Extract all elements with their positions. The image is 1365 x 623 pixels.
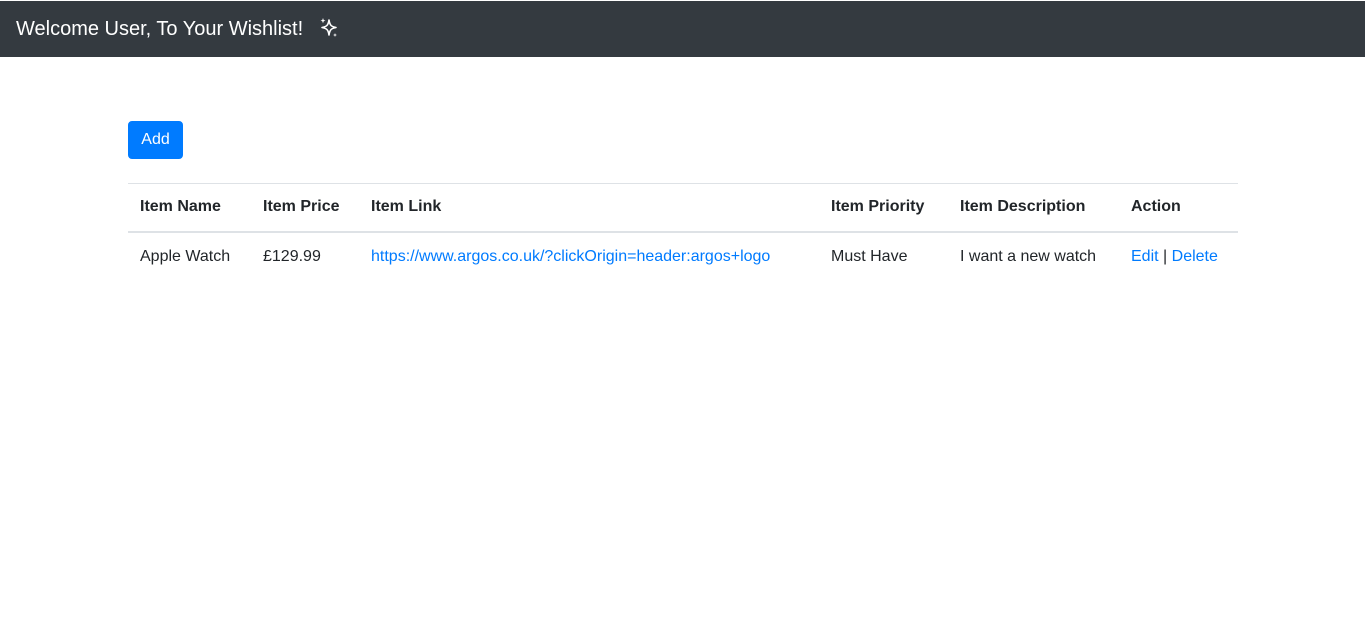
header-item-link: Item Link: [359, 183, 819, 233]
edit-link[interactable]: Edit: [1131, 248, 1159, 265]
header-item-name: Item Name: [128, 183, 251, 233]
table-row: Apple Watch £129.99 https://www.argos.co…: [128, 232, 1238, 282]
table-header-row: Item Name Item Price Item Link Item Prio…: [128, 183, 1238, 233]
wishlist-table-container: Item Name Item Price Item Link Item Prio…: [128, 183, 1238, 282]
cell-item-name: Apple Watch: [140, 248, 231, 265]
navbar: Welcome User, To Your Wishlist!: [0, 1, 1365, 57]
header-item-priority: Item Priority: [819, 183, 948, 233]
add-button[interactable]: Add: [128, 121, 183, 159]
action-separator: |: [1163, 248, 1168, 265]
wishlist-table: Item Name Item Price Item Link Item Prio…: [128, 183, 1238, 282]
cell-item-priority: Must Have: [831, 248, 908, 265]
cell-item-price: £129.99: [263, 248, 321, 265]
header-item-description: Item Description: [948, 183, 1119, 233]
header-action: Action: [1119, 183, 1238, 233]
delete-link[interactable]: Delete: [1172, 248, 1218, 265]
header-item-price: Item Price: [251, 183, 359, 233]
cell-item-link: https://www.argos.co.uk/?clickOrigin=hea…: [359, 232, 819, 282]
cell-item-description: I want a new watch: [960, 248, 1097, 265]
cell-action: Edit | Delete: [1119, 232, 1238, 282]
sparkle-icon: [319, 17, 339, 39]
navbar-brand[interactable]: Welcome User, To Your Wishlist!: [16, 19, 303, 39]
item-link[interactable]: https://www.argos.co.uk/?clickOrigin=hea…: [371, 248, 770, 265]
